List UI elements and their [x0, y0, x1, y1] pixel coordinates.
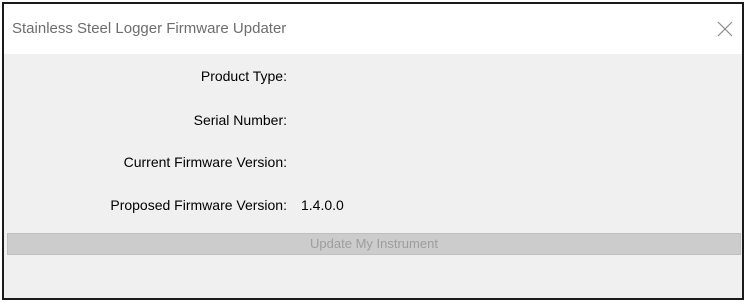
- firmware-updater-window: Stainless Steel Logger Firmware Updater …: [2, 2, 744, 300]
- proposed-firmware-value: 1.4.0.0: [301, 197, 344, 213]
- proposed-firmware-label: Proposed Firmware Version:: [110, 197, 287, 213]
- product-type-label: Product Type:: [200, 68, 287, 84]
- update-instrument-button[interactable]: Update My Instrument: [7, 233, 741, 255]
- close-icon: [717, 21, 733, 37]
- current-firmware-label: Current Firmware Version:: [123, 154, 287, 170]
- title-bar[interactable]: Stainless Steel Logger Firmware Updater: [4, 4, 742, 54]
- serial-number-label: Serial Number:: [193, 112, 287, 128]
- window-title: Stainless Steel Logger Firmware Updater: [12, 20, 287, 37]
- close-button[interactable]: [712, 16, 738, 42]
